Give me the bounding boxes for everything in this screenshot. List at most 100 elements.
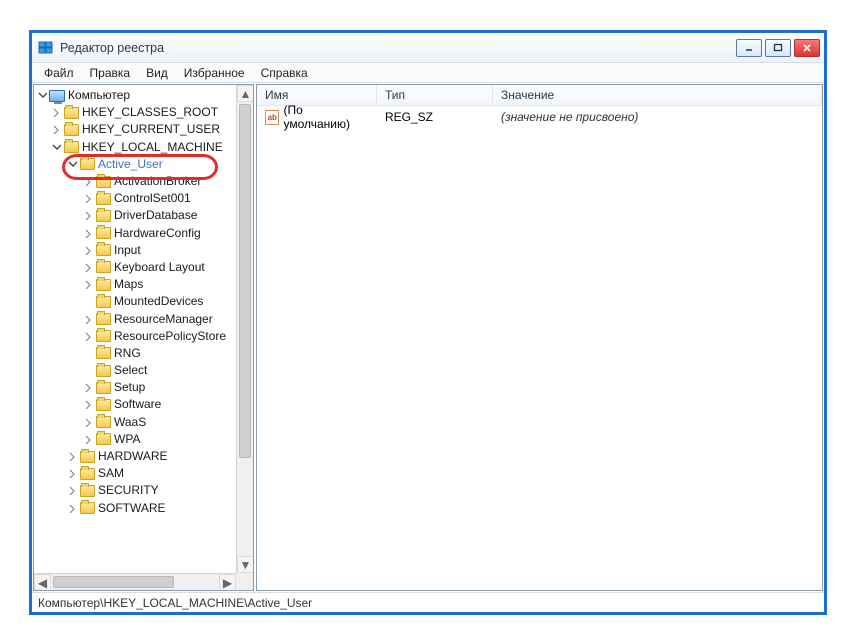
chevron-right-icon[interactable] [82,210,94,222]
tree-row-hkcu[interactable]: HKEY_CURRENT_USER [36,121,253,138]
tree-row-hkcr[interactable]: HKEY_CLASSES_ROOT [36,104,253,121]
folder-icon [95,243,111,257]
tree-label: Компьютер [68,87,130,104]
tree-label: ResourceManager [114,311,213,328]
menu-edit[interactable]: Правка [82,65,139,81]
maximize-button[interactable] [765,39,791,57]
tree-row[interactable]: Software [36,396,253,413]
tree-label: WaaS [114,414,146,431]
value-data: (значение не присвоено) [493,110,822,124]
expander-empty [82,296,94,308]
chevron-right-icon[interactable] [82,261,94,273]
column-header-name[interactable]: Имя [257,85,377,105]
scroll-down-icon[interactable]: ▼ [237,556,253,573]
list-row[interactable]: ab (По умолчанию) REG_SZ (значение не пр… [257,108,822,126]
folder-icon [79,157,95,171]
close-button[interactable] [794,39,820,57]
chevron-down-icon[interactable] [66,158,78,170]
tree-label: ControlSet001 [114,190,191,207]
tree-label: RNG [114,345,141,362]
tree-row[interactable]: SECURITY [36,482,253,499]
column-header-value[interactable]: Значение [493,85,822,105]
tree-row[interactable]: WaaS [36,414,253,431]
tree-row-active-user[interactable]: Active_User [36,156,253,173]
chevron-right-icon[interactable] [82,193,94,205]
expander-empty [82,365,94,377]
tree-row[interactable]: ResourcePolicyStore [36,328,253,345]
scrollbar-corner [236,573,253,590]
tree-row[interactable]: HardwareConfig [36,225,253,242]
folder-icon [79,450,95,464]
app-icon [38,40,54,56]
window-title: Редактор реестра [60,41,736,55]
tree-label: MountedDevices [114,293,203,310]
tree-horizontal-scrollbar[interactable]: ◀ ▶ [34,573,236,590]
tree-row[interactable]: SAM [36,465,253,482]
menu-favorites[interactable]: Избранное [176,65,253,81]
tree-row[interactable]: MountedDevices [36,293,253,310]
tree-row[interactable]: RNG [36,345,253,362]
folder-icon [95,226,111,240]
tree-row[interactable]: HARDWARE [36,448,253,465]
chevron-right-icon[interactable] [82,330,94,342]
chevron-right-icon[interactable] [82,382,94,394]
folder-icon [63,123,79,137]
chevron-right-icon[interactable] [66,451,78,463]
scroll-left-icon[interactable]: ◀ [34,574,51,590]
tree-label: HARDWARE [98,448,168,465]
chevron-down-icon[interactable] [50,141,62,153]
tree-row[interactable]: ActivationBroker [36,173,253,190]
scroll-up-icon[interactable]: ▲ [237,85,253,102]
tree-row[interactable]: DriverDatabase [36,207,253,224]
folder-icon [63,140,79,154]
tree-row[interactable]: WPA [36,431,253,448]
tree-label: SAM [98,465,124,482]
tree-row[interactable]: ControlSet001 [36,190,253,207]
tree-row-computer[interactable]: Компьютер [36,87,253,104]
chevron-right-icon[interactable] [82,313,94,325]
chevron-right-icon[interactable] [82,433,94,445]
tree-label: Keyboard Layout [114,259,205,276]
tree-label: SOFTWARE [98,500,166,517]
minimize-button[interactable] [736,39,762,57]
chevron-right-icon[interactable] [50,107,62,119]
chevron-right-icon[interactable] [66,502,78,514]
chevron-right-icon[interactable] [66,485,78,497]
value-name: (По умолчанию) [283,103,369,131]
chevron-right-icon[interactable] [82,227,94,239]
scroll-thumb[interactable] [53,576,174,588]
menu-view[interactable]: Вид [138,65,176,81]
tree-label: HKEY_CLASSES_ROOT [82,104,218,121]
tree-label: Software [114,396,161,413]
chevron-down-icon[interactable] [36,90,48,102]
scroll-thumb[interactable] [239,104,251,458]
scroll-right-icon[interactable]: ▶ [219,574,236,590]
tree-row[interactable]: Setup [36,379,253,396]
tree-row[interactable]: SOFTWARE [36,500,253,517]
chevron-right-icon[interactable] [82,399,94,411]
folder-icon [95,415,111,429]
tree-row[interactable]: Maps [36,276,253,293]
tree-row-hklm[interactable]: HKEY_LOCAL_MACHINE [36,139,253,156]
tree-label: WPA [114,431,140,448]
tree-label: Select [114,362,147,379]
chevron-right-icon[interactable] [66,468,78,480]
tree-row[interactable]: ResourceManager [36,310,253,327]
tree-vertical-scrollbar[interactable]: ▲ ▼ [236,85,253,573]
tree-row[interactable]: Select [36,362,253,379]
tree-label-selected: Active_User [98,156,163,173]
column-header-type[interactable]: Тип [377,85,493,105]
tree-row[interactable]: Keyboard Layout [36,259,253,276]
chevron-right-icon[interactable] [82,279,94,291]
folder-icon [95,278,111,292]
menu-file[interactable]: Файл [36,65,82,81]
chevron-right-icon[interactable] [82,244,94,256]
chevron-right-icon[interactable] [82,176,94,188]
registry-tree[interactable]: Компьютер HKEY_CLASSES_ROOT [34,85,253,519]
chevron-right-icon[interactable] [50,124,62,136]
titlebar: Редактор реестра [32,33,824,63]
tree-row[interactable]: Input [36,242,253,259]
menu-help[interactable]: Справка [253,65,316,81]
folder-icon [95,192,111,206]
chevron-right-icon[interactable] [82,416,94,428]
